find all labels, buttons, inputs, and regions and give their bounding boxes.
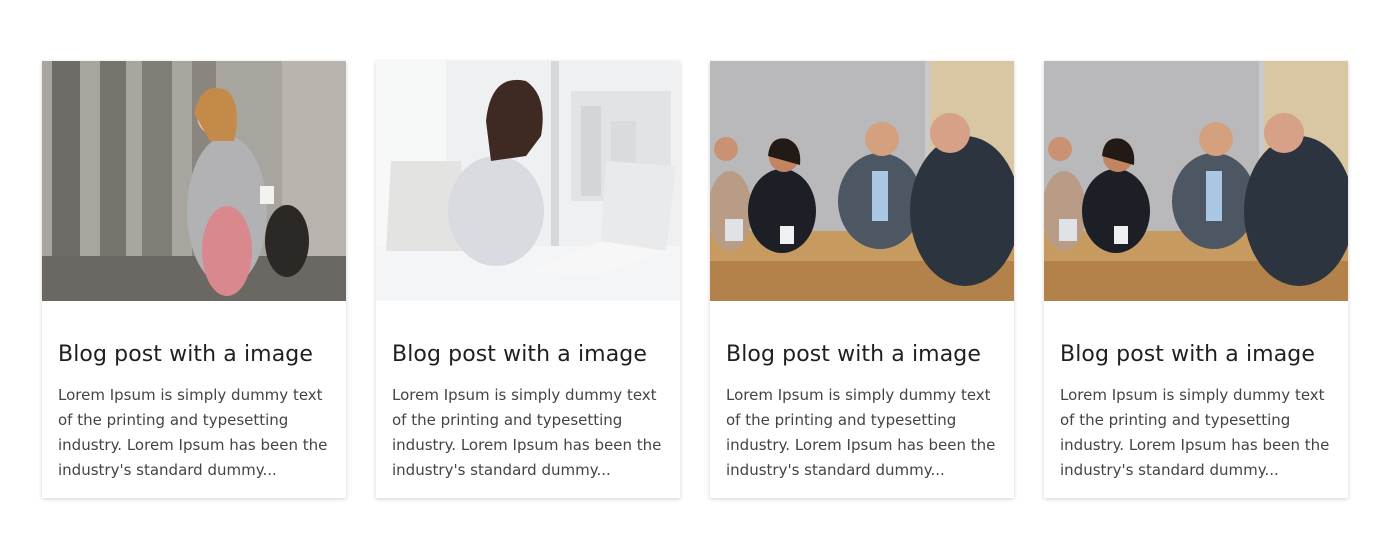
blog-card-excerpt: Lorem Ipsum is simply dummy text of the … [392, 386, 662, 479]
blog-card-body: Blog post with a image Lorem Ipsum is si… [42, 301, 346, 483]
blog-card[interactable]: Blog post with a image Lorem Ipsum is si… [710, 61, 1014, 498]
blog-card-excerpt: Lorem Ipsum is simply dummy text of the … [58, 386, 328, 479]
woman-at-laptop-image[interactable] [376, 61, 680, 301]
blog-card-body: Blog post with a image Lorem Ipsum is si… [376, 301, 680, 483]
business-meeting-image[interactable] [710, 61, 1014, 301]
blog-card-excerpt: Lorem Ipsum is simply dummy text of the … [726, 386, 996, 479]
blog-card-body: Blog post with a image Lorem Ipsum is si… [710, 301, 1014, 483]
blog-card-excerpt: Lorem Ipsum is simply dummy text of the … [1060, 386, 1330, 479]
blog-card-title[interactable]: Blog post with a image [726, 341, 998, 369]
blog-card[interactable]: Blog post with a image Lorem Ipsum is si… [1044, 61, 1348, 498]
blog-card[interactable]: Blog post with a image Lorem Ipsum is si… [376, 61, 680, 498]
blog-card-body: Blog post with a image Lorem Ipsum is si… [1044, 301, 1348, 483]
blog-card-title[interactable]: Blog post with a image [392, 341, 664, 369]
blog-card[interactable]: Blog post with a image Lorem Ipsum is si… [42, 61, 346, 498]
blog-card-grid: Blog post with a image Lorem Ipsum is si… [42, 61, 1348, 498]
woman-on-phone-image[interactable] [42, 61, 346, 301]
blog-card-title[interactable]: Blog post with a image [58, 341, 330, 369]
blog-card-title[interactable]: Blog post with a image [1060, 341, 1332, 369]
business-meeting-image[interactable] [1044, 61, 1348, 301]
